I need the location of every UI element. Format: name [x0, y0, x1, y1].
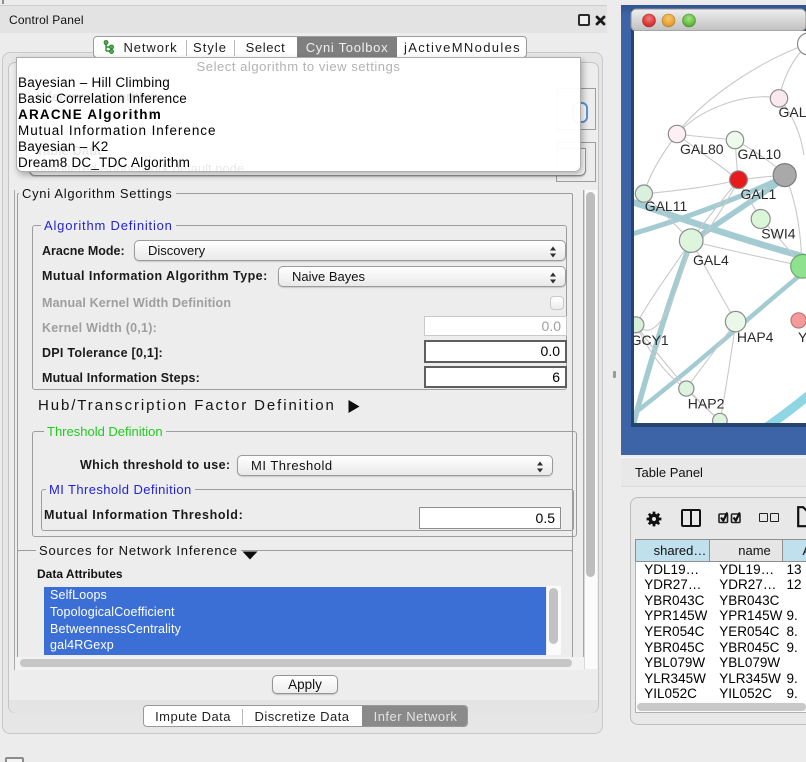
svg-text:GCY1: GCY1	[631, 332, 669, 348]
svg-text:Y: Y	[798, 329, 806, 345]
svg-text:SWI4: SWI4	[761, 226, 795, 242]
svg-text:GAL4: GAL4	[693, 252, 729, 268]
svg-text:HAP4: HAP4	[737, 329, 774, 345]
svg-text:GAL10: GAL10	[738, 146, 782, 162]
svg-text:GAL1: GAL1	[741, 186, 777, 202]
svg-text:HAP2: HAP2	[688, 395, 725, 411]
svg-text:GAL11: GAL11	[645, 198, 688, 214]
svg-text:GAL: GAL	[779, 104, 806, 120]
svg-text:GAL80: GAL80	[680, 141, 724, 157]
